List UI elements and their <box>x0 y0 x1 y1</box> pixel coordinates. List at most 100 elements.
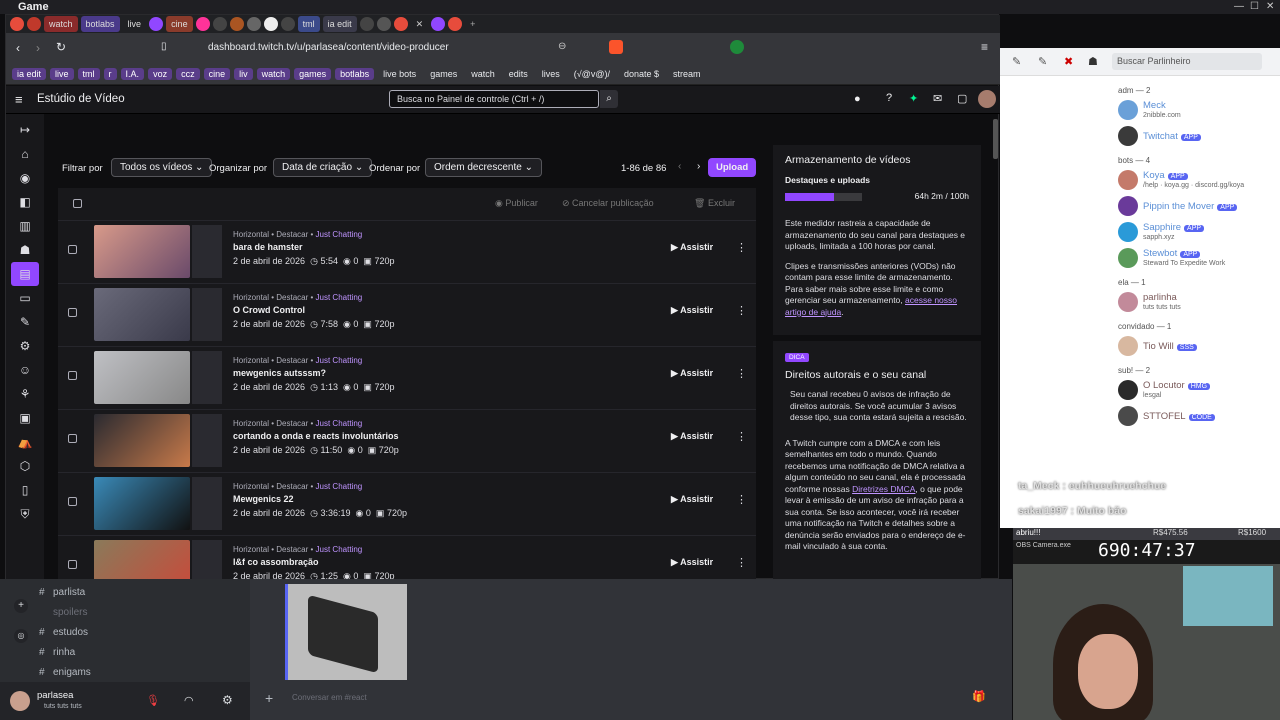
avatar[interactable] <box>1118 222 1138 242</box>
channel-item[interactable]: # enigams <box>0 663 250 683</box>
bookmark-item[interactable]: ia edit <box>12 67 47 80</box>
member-item[interactable]: Twitchat APP <box>1143 131 1201 142</box>
bookmark-folder[interactable]: edits <box>504 68 533 80</box>
close-icon[interactable]: ✕ <box>1266 0 1274 14</box>
table-row[interactable]: Horizontal • Destacar • Just Chatting co… <box>58 409 756 472</box>
menu-icon[interactable]: ≡ <box>981 40 988 54</box>
publish-button[interactable]: ◉ Publicar <box>495 198 538 209</box>
tab-live[interactable]: live <box>123 16 147 32</box>
camera-icon[interactable]: ▣ <box>6 406 44 430</box>
bookmark-folder[interactable]: (√@v@)/ <box>569 68 615 80</box>
dmca-guidelines-link[interactable]: Diretrizes DMCA <box>852 484 915 494</box>
avatar[interactable] <box>978 90 996 108</box>
table-row[interactable]: Horizontal • Destacar • Just Chatting ba… <box>58 220 756 283</box>
bookmark-folder[interactable]: donate $ <box>619 68 664 80</box>
table-row[interactable]: Horizontal • Destacar • Just Chatting O … <box>58 283 756 346</box>
video-title[interactable]: I&f co assombração <box>233 557 319 567</box>
settings-icon[interactable]: ⚙ <box>6 334 44 358</box>
more-options-icon[interactable]: ⋮ <box>736 241 747 254</box>
pencil-icon[interactable]: ✎ <box>6 310 44 334</box>
gift-icon[interactable]: 🎁 <box>972 690 986 703</box>
order-dropdown[interactable]: Ordem decrescente ⌄ <box>425 158 542 177</box>
maximize-icon[interactable]: ☐ <box>1250 0 1259 14</box>
attach-icon[interactable]: + <box>265 690 273 706</box>
app-icon[interactable] <box>27 17 41 31</box>
message-input[interactable]: Conversar em #react <box>292 693 367 702</box>
help-icon[interactable]: ? <box>886 92 892 104</box>
more-options-icon[interactable]: ⋮ <box>736 367 747 380</box>
avatar[interactable] <box>1118 170 1138 190</box>
more-options-icon[interactable]: ⋮ <box>736 556 747 569</box>
video-thumbnail[interactable] <box>94 351 190 404</box>
safety-icon[interactable]: ⛨ <box>6 502 44 526</box>
new-tab-icon[interactable]: + <box>465 16 481 32</box>
member-item[interactable]: Koya APP <box>1143 170 1188 181</box>
video-title[interactable]: cortando a onda e reacts involuntários <box>233 431 399 441</box>
video-title[interactable]: bara de hamster <box>233 242 303 252</box>
app-icon[interactable] <box>195 17 210 31</box>
tab-tml[interactable]: tml <box>297 16 320 32</box>
more-options-icon[interactable]: ⋮ <box>736 493 747 506</box>
watch-button[interactable]: ▶ Assistir <box>671 242 713 253</box>
whispers-icon[interactable]: ▢ <box>957 92 967 105</box>
back-icon[interactable]: ‹ <box>16 41 20 55</box>
video-thumbnail[interactable] <box>94 414 190 467</box>
twitch-icon[interactable] <box>431 17 446 31</box>
watch-button[interactable]: ▶ Assistir <box>671 305 713 316</box>
watch-button[interactable]: ▶ Assistir <box>671 557 713 568</box>
extensions-icon[interactable]: ⚘ <box>6 382 44 406</box>
avatar[interactable] <box>1118 406 1138 426</box>
channel-item[interactable]: spoilers <box>0 603 250 623</box>
video-category-link[interactable]: Just Chatting <box>316 356 363 365</box>
video-title[interactable]: Mewgenics 22 <box>233 494 294 504</box>
zoom-icon[interactable]: ⊖ <box>558 41 566 52</box>
bookmark-item[interactable]: ccz <box>176 67 200 80</box>
brave-icon[interactable] <box>609 40 623 54</box>
video-thumbnail[interactable] <box>94 288 190 341</box>
expand-icon[interactable]: ↦ <box>6 118 44 142</box>
table-row[interactable]: Horizontal • Destacar • Just Chatting me… <box>58 346 756 409</box>
row-checkbox[interactable] <box>68 497 77 506</box>
url-input[interactable]: dashboard.twitch.tv/u/parlasea/content/v… <box>208 33 449 63</box>
app-icon[interactable] <box>10 17 24 31</box>
book-icon[interactable]: ▯ <box>6 478 44 502</box>
member-item[interactable]: Pippin the Mover APP <box>1143 201 1238 212</box>
bookmark-item[interactable]: voz <box>148 67 173 80</box>
member-item[interactable]: STTOFEL CODE <box>1143 411 1215 422</box>
home-icon[interactable]: ⌂ <box>6 142 44 166</box>
avatar[interactable] <box>1118 126 1138 146</box>
video-thumbnail[interactable] <box>94 225 190 278</box>
twitch-icon[interactable] <box>149 17 164 31</box>
member-item[interactable]: O Locutor HMG <box>1143 380 1211 391</box>
tab-botlabs[interactable]: botlabs <box>80 16 120 32</box>
watch-button[interactable]: ▶ Assistir <box>671 494 713 505</box>
bookmark-folder[interactable]: live bots <box>378 68 421 80</box>
member-item[interactable]: parlinha <box>1143 292 1177 303</box>
forward-icon[interactable]: › <box>36 41 40 55</box>
app-icon[interactable] <box>393 17 408 31</box>
mute-icon[interactable]: 🎙 <box>146 694 160 707</box>
monetization-icon[interactable]: ▭ <box>6 286 44 310</box>
video-category-link[interactable]: Just Chatting <box>316 230 363 239</box>
bookmark-item[interactable]: games <box>294 67 332 80</box>
table-row[interactable]: Horizontal • Destacar • Just Chatting Me… <box>58 472 756 535</box>
next-page-icon[interactable]: › <box>697 161 700 172</box>
avatar[interactable] <box>1118 292 1138 312</box>
mod-icon[interactable]: ✦ <box>909 92 918 105</box>
member-item[interactable]: Stewbot APP <box>1143 248 1201 259</box>
extension-icon[interactable] <box>730 40 744 54</box>
delete-button[interactable]: 🗑 Excluir <box>694 198 735 209</box>
members-icon[interactable]: ☗ <box>1088 55 1098 68</box>
member-item[interactable]: Tio Will SSS <box>1143 341 1197 352</box>
app-icon[interactable] <box>263 17 278 31</box>
bookmark-item[interactable]: tml <box>77 67 100 80</box>
community-icon[interactable]: ☗ <box>6 238 44 262</box>
video-title[interactable]: mewgenics autsssm? <box>233 368 326 378</box>
creator-camp-icon[interactable]: ⛺ <box>6 430 44 454</box>
member-item[interactable]: Meck <box>1143 100 1166 111</box>
scrollbar[interactable] <box>993 119 998 159</box>
video-category-link[interactable]: Just Chatting <box>316 419 363 428</box>
bookmark-folder[interactable]: lives <box>537 68 565 80</box>
youtube-icon[interactable] <box>448 17 463 31</box>
minimize-icon[interactable]: — <box>1234 0 1244 14</box>
